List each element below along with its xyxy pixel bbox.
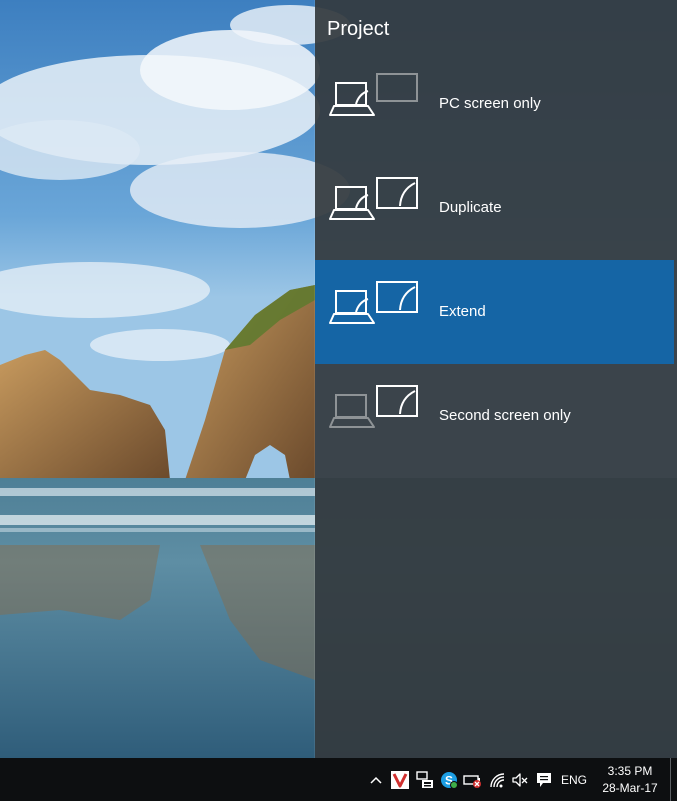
project-title: Project bbox=[327, 18, 390, 40]
speaker-muted-icon bbox=[512, 772, 528, 787]
action-center-icon bbox=[537, 772, 551, 787]
option-duplicate[interactable]: Duplicate bbox=[315, 156, 674, 260]
second-screen-only-icon bbox=[329, 385, 418, 428]
taskbar: S ENG 3:35 PM 28-Mar-17 bbox=[0, 758, 677, 801]
language-indicator: ENG bbox=[560, 772, 587, 787]
clock-time: 3:35 PM bbox=[607, 764, 653, 778]
extend-icon bbox=[329, 281, 418, 324]
show-hidden-icons-button[interactable] bbox=[366, 758, 386, 801]
battery-warning-icon bbox=[463, 774, 481, 788]
option-label: PC screen only bbox=[439, 95, 541, 112]
battery-tray-button[interactable] bbox=[462, 758, 484, 801]
clock-date: 28-Mar-17 bbox=[602, 781, 658, 795]
pc-screen-only-icon bbox=[329, 73, 418, 116]
option-pc-screen-only[interactable]: PC screen only bbox=[315, 52, 674, 156]
taskbar-clock[interactable]: 3:35 PM 28-Mar-17 bbox=[596, 763, 664, 797]
network-adapter-tray-button[interactable] bbox=[414, 758, 436, 801]
option-label: Duplicate bbox=[439, 199, 502, 216]
option-extend[interactable]: Extend bbox=[315, 260, 674, 364]
antivirus-tray-button[interactable] bbox=[389, 758, 411, 801]
desktop-screen: Project PC screen only Duplicate Extend … bbox=[0, 0, 677, 801]
volume-tray-button[interactable] bbox=[509, 758, 531, 801]
option-label: Extend bbox=[439, 303, 486, 320]
wifi-icon bbox=[490, 772, 505, 787]
input-language-button[interactable]: ENG bbox=[558, 758, 590, 801]
network-adapter-icon bbox=[416, 770, 433, 788]
wifi-tray-button[interactable] bbox=[486, 758, 508, 801]
chevron-up-icon bbox=[370, 776, 382, 784]
option-label: Second screen only bbox=[439, 407, 571, 424]
option-second-screen-only[interactable]: Second screen only bbox=[315, 364, 674, 468]
project-flyout: Project PC screen only Duplicate Extend … bbox=[315, 0, 677, 758]
skype-tray-button[interactable]: S bbox=[438, 758, 460, 801]
skype-icon: S bbox=[441, 771, 458, 789]
show-desktop-button[interactable] bbox=[670, 758, 677, 801]
action-center-button[interactable] bbox=[533, 758, 555, 801]
antivirus-icon bbox=[391, 770, 409, 789]
duplicate-icon bbox=[329, 177, 418, 220]
